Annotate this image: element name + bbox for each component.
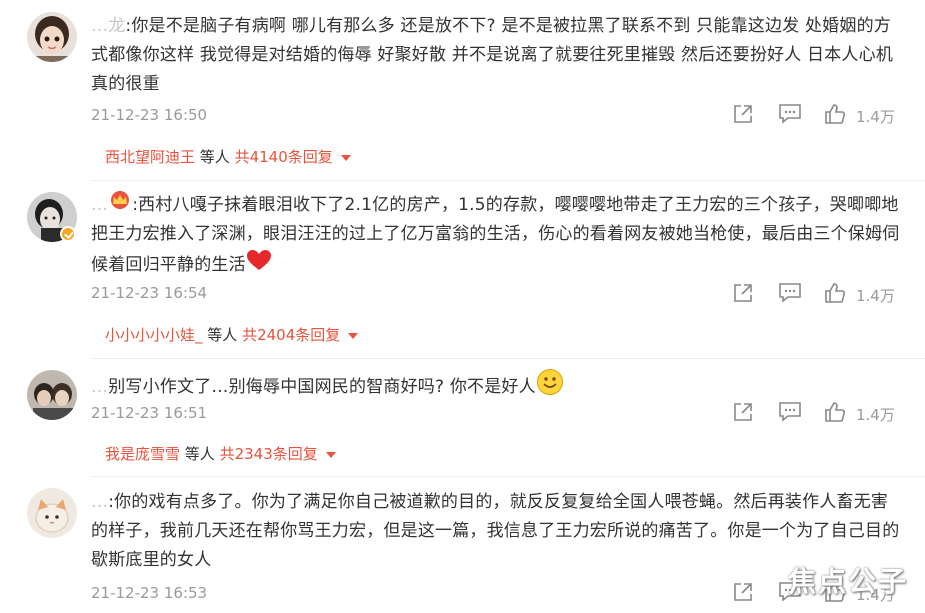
avatar[interactable] (27, 488, 77, 538)
like-count: 1.4万 (856, 406, 895, 424)
comment-username[interactable]: … (91, 195, 108, 215)
thumbs-up-icon[interactable] (824, 103, 846, 125)
reply-mid: 等人 (180, 445, 220, 463)
avatar[interactable] (27, 370, 77, 420)
smile-emoji (536, 368, 564, 406)
triangle-down-icon[interactable] (340, 154, 351, 161)
reply-count[interactable]: 共4140条回复 (235, 148, 333, 166)
comment-body: :你是不是脑子有病啊 哪儿有那么多 还是放不下? 是不是被拉黑了联系不到 只能靠… (91, 16, 894, 94)
comment-username[interactable]: … (91, 492, 108, 512)
comment-actions: 1.4万 (730, 401, 910, 427)
divider (91, 180, 925, 181)
avatar[interactable] (27, 12, 77, 62)
reply-mid: 等人 (202, 326, 243, 344)
reply-username[interactable]: 小小小小小娃_ (105, 326, 203, 344)
comment-icon[interactable] (778, 282, 802, 304)
divider (91, 476, 925, 477)
like-count: 1.4万 (856, 287, 895, 305)
comment-text: …龙:你是不是脑子有病啊 哪儿有那么多 还是放不下? 是不是被拉黑了联系不到 只… (91, 12, 901, 99)
watermark: 焦点公子 (788, 565, 909, 598)
reply-count[interactable]: 共2404条回复 (242, 326, 340, 344)
comment-actions: 1.4万 (730, 103, 910, 129)
comment-icon[interactable] (778, 401, 802, 423)
comment-text: …:西村八嘎子抹着眼泪收下了2.1亿的房产，1.5的存款，嘤嘤嘤地带走了王力宏的… (91, 190, 901, 281)
share-icon[interactable] (732, 401, 754, 423)
comment-time: 21-12-23 16:51 (91, 404, 208, 422)
reply-username[interactable]: 西北望阿迪王 (105, 148, 195, 166)
triangle-down-icon[interactable] (325, 451, 336, 458)
reply-summary[interactable]: 西北望阿迪王 等人 共4140条回复 (105, 146, 351, 167)
comment-username[interactable]: … (91, 377, 108, 397)
reply-username[interactable]: 我是庞雪雪 (105, 445, 180, 463)
verified-badge-icon (60, 226, 76, 242)
share-icon[interactable] (732, 103, 754, 125)
thumbs-up-icon[interactable] (824, 282, 846, 304)
reply-summary[interactable]: 小小小小小娃_ 等人 共2404条回复 (105, 324, 359, 345)
comment-time: 21-12-23 16:50 (91, 106, 208, 124)
crown-icon (108, 190, 132, 220)
reply-summary[interactable]: 我是庞雪雪 等人 共2343条回复 (105, 443, 336, 464)
comment-time: 21-12-23 16:54 (91, 284, 208, 302)
comment-body: :西村八嘎子抹着眼泪收下了2.1亿的房产，1.5的存款，嘤嘤嘤地带走了王力宏的三… (91, 195, 900, 275)
comment-body: :你的戏有点多了。你为了满足你自己被道歉的目的，就反反复复给全国人喂苍蝇。然后再… (91, 492, 900, 570)
share-icon[interactable] (732, 282, 754, 304)
like-count: 1.4万 (856, 108, 895, 126)
divider (91, 358, 925, 359)
comment-body: 别写小作文了…别侮辱中国网民的智商好吗? 你不是好人 (108, 377, 536, 397)
reply-count[interactable]: 共2343条回复 (220, 445, 318, 463)
comment-time: 21-12-23 16:53 (91, 584, 208, 602)
heart-emoji (246, 249, 272, 281)
comment-actions: 1.4万 (730, 282, 910, 308)
comment-icon[interactable] (778, 103, 802, 125)
share-icon[interactable] (732, 581, 754, 603)
comment-username[interactable]: …龙 (91, 16, 125, 36)
comment-text: …:你的戏有点多了。你为了满足你自己被道歉的目的，就反反复复给全国人喂苍蝇。然后… (91, 488, 901, 575)
reply-mid: 等人 (195, 148, 235, 166)
triangle-down-icon[interactable] (348, 332, 359, 339)
thumbs-up-icon[interactable] (824, 401, 846, 423)
